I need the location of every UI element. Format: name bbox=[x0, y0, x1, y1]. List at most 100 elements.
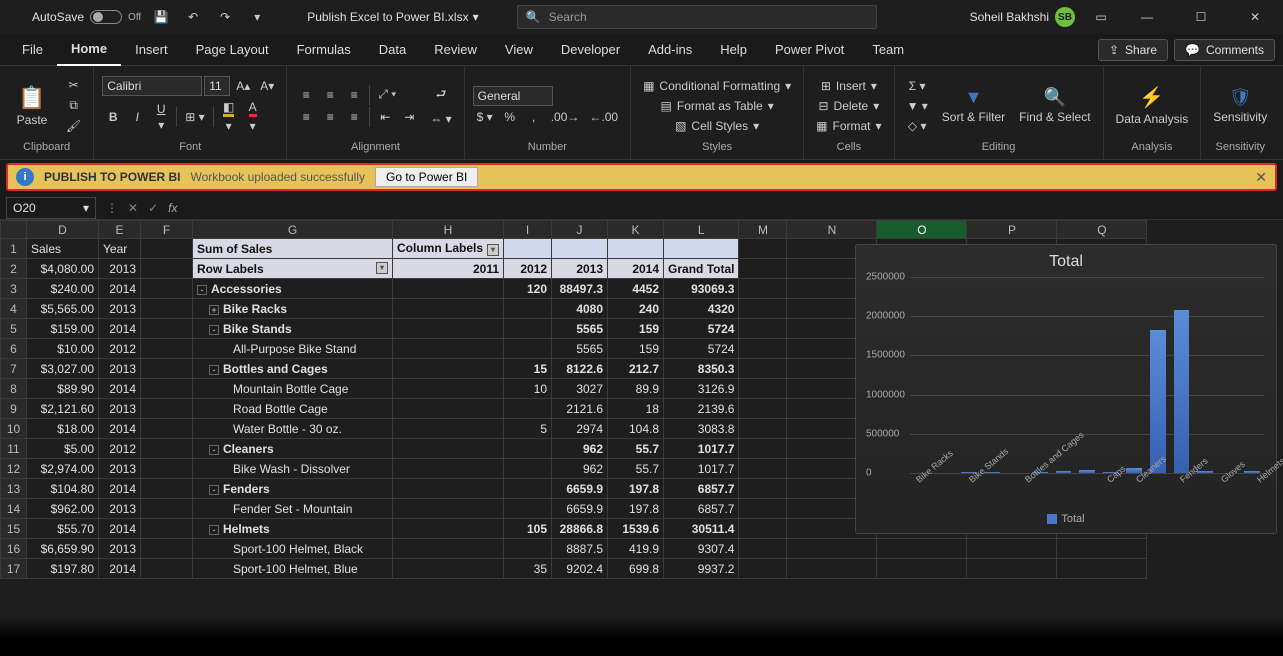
indent-dec-icon[interactable]: ⇤ bbox=[374, 108, 396, 126]
cell[interactable]: 2014 bbox=[99, 279, 141, 299]
minimize-button[interactable]: — bbox=[1127, 2, 1167, 32]
row-header[interactable]: 17 bbox=[1, 559, 27, 579]
cell[interactable]: 2014 bbox=[99, 319, 141, 339]
tab-review[interactable]: Review bbox=[420, 34, 491, 66]
cell[interactable]: $6,659.90 bbox=[27, 539, 99, 559]
pivot-row-labels[interactable]: Row Labels▾ bbox=[193, 259, 393, 279]
cell[interactable]: 2014 bbox=[99, 419, 141, 439]
comma-icon[interactable]: , bbox=[523, 108, 545, 126]
percent-icon[interactable]: % bbox=[499, 108, 521, 126]
col-header-P[interactable]: P bbox=[967, 221, 1057, 239]
cell[interactable]: $89.90 bbox=[27, 379, 99, 399]
cell[interactable]: $240.00 bbox=[27, 279, 99, 299]
cell[interactable]: 2012 bbox=[99, 439, 141, 459]
col-header-D[interactable]: D bbox=[27, 221, 99, 239]
qat-dropdown-icon[interactable]: ▾ bbox=[245, 5, 269, 29]
row-header[interactable]: 7 bbox=[1, 359, 27, 379]
cell[interactable] bbox=[141, 239, 193, 259]
currency-icon[interactable]: $ ▾ bbox=[473, 108, 497, 126]
row-header[interactable]: 1 bbox=[1, 239, 27, 259]
cell[interactable] bbox=[141, 279, 193, 299]
tab-home[interactable]: Home bbox=[57, 34, 121, 66]
align-top-icon[interactable]: ≡ bbox=[295, 86, 317, 104]
row-header[interactable]: 14 bbox=[1, 499, 27, 519]
col-header-O[interactable]: O bbox=[877, 221, 967, 239]
worksheet-grid[interactable]: DEFGHIJKLMNOPQ1SalesYearSum of SalesColu… bbox=[0, 220, 1283, 656]
message-bar-close-icon[interactable]: ✕ bbox=[1255, 169, 1267, 186]
cell[interactable]: Sales bbox=[27, 239, 99, 259]
autosave-toggle[interactable] bbox=[90, 10, 122, 24]
pivot-row-label[interactable]: Water Bottle - 30 oz. bbox=[193, 419, 393, 439]
cell[interactable] bbox=[141, 399, 193, 419]
tab-help[interactable]: Help bbox=[706, 34, 761, 66]
save-icon[interactable]: 💾 bbox=[149, 5, 173, 29]
search-input[interactable]: 🔍 Search bbox=[517, 5, 877, 29]
cancel-formula-icon[interactable]: ✕ bbox=[128, 201, 138, 215]
italic-button[interactable]: I bbox=[126, 108, 148, 126]
bold-button[interactable]: B bbox=[102, 108, 124, 126]
name-box[interactable]: O20▾ bbox=[6, 197, 96, 219]
clear-icon[interactable]: ◇ ▾ bbox=[903, 117, 932, 135]
underline-button[interactable]: U ▾ bbox=[150, 100, 172, 134]
cell[interactable]: 2013 bbox=[99, 259, 141, 279]
cell[interactable] bbox=[141, 519, 193, 539]
cell[interactable] bbox=[141, 339, 193, 359]
tab-data[interactable]: Data bbox=[365, 34, 420, 66]
cell[interactable]: $3,027.00 bbox=[27, 359, 99, 379]
font-name-input[interactable] bbox=[102, 76, 202, 96]
row-header[interactable]: 12 bbox=[1, 459, 27, 479]
border-button[interactable]: ⊞ ▾ bbox=[181, 108, 208, 126]
orientation-icon[interactable]: ⤢ ▾ bbox=[374, 85, 400, 104]
cell[interactable]: $5.00 bbox=[27, 439, 99, 459]
tab-view[interactable]: View bbox=[491, 34, 547, 66]
tab-page-layout[interactable]: Page Layout bbox=[182, 34, 283, 66]
row-header[interactable]: 16 bbox=[1, 539, 27, 559]
cell[interactable]: 2013 bbox=[99, 299, 141, 319]
cell[interactable]: 2013 bbox=[99, 359, 141, 379]
filename[interactable]: Publish Excel to Power BI.xlsx ▾ bbox=[307, 10, 478, 24]
col-header-L[interactable]: L bbox=[664, 221, 739, 239]
cell[interactable]: $18.00 bbox=[27, 419, 99, 439]
format-cells-button[interactable]: ▦Format ▾ bbox=[812, 117, 885, 135]
redo-icon[interactable]: ↷ bbox=[213, 5, 237, 29]
row-header[interactable]: 6 bbox=[1, 339, 27, 359]
pivot-row-label[interactable]: -Fenders bbox=[193, 479, 393, 499]
enter-formula-icon[interactable]: ✓ bbox=[148, 201, 158, 215]
close-button[interactable]: ✕ bbox=[1235, 2, 1275, 32]
col-header-N[interactable]: N bbox=[787, 221, 877, 239]
pivot-row-label[interactable]: -Bike Stands bbox=[193, 319, 393, 339]
autosum-icon[interactable]: Σ ▾ bbox=[903, 77, 932, 95]
align-right-icon[interactable]: ≡ bbox=[343, 108, 365, 126]
col-header-H[interactable]: H bbox=[393, 221, 504, 239]
ribbon-mode-icon[interactable]: ▭ bbox=[1089, 5, 1113, 29]
cell[interactable] bbox=[141, 479, 193, 499]
pivot-sum-label[interactable]: Sum of Sales bbox=[193, 239, 393, 259]
cell[interactable] bbox=[141, 259, 193, 279]
cell[interactable] bbox=[141, 439, 193, 459]
undo-icon[interactable]: ↶ bbox=[181, 5, 205, 29]
cell[interactable] bbox=[141, 379, 193, 399]
align-bottom-icon[interactable]: ≡ bbox=[343, 86, 365, 104]
decrease-decimal-icon[interactable]: ←.00 bbox=[585, 108, 622, 126]
chart-bar[interactable] bbox=[1150, 330, 1166, 473]
cell[interactable] bbox=[141, 299, 193, 319]
delete-cells-button[interactable]: ⊟Delete ▾ bbox=[812, 97, 885, 115]
copy-icon[interactable]: ⧉ bbox=[62, 96, 85, 115]
conditional-formatting-button[interactable]: ▦Conditional Formatting ▾ bbox=[639, 77, 795, 95]
pivot-row-label[interactable]: Sport-100 Helmet, Blue bbox=[193, 559, 393, 579]
row-header[interactable]: 2 bbox=[1, 259, 27, 279]
cell[interactable] bbox=[141, 459, 193, 479]
decrease-font-icon[interactable]: A▾ bbox=[256, 77, 278, 95]
indent-inc-icon[interactable]: ⇥ bbox=[398, 108, 420, 126]
pivot-row-label[interactable]: All-Purpose Bike Stand bbox=[193, 339, 393, 359]
fill-color-button[interactable]: ◧ ▾ bbox=[218, 98, 240, 135]
increase-decimal-icon[interactable]: .00→ bbox=[547, 108, 584, 126]
go-to-powerbi-button[interactable]: Go to Power BI bbox=[375, 167, 478, 187]
cell[interactable]: $197.80 bbox=[27, 559, 99, 579]
cell[interactable] bbox=[141, 419, 193, 439]
cell[interactable]: 2014 bbox=[99, 559, 141, 579]
cell-styles-button[interactable]: ▧Cell Styles ▾ bbox=[639, 117, 795, 135]
cell[interactable]: $10.00 bbox=[27, 339, 99, 359]
cell[interactable]: $4,080.00 bbox=[27, 259, 99, 279]
col-header-E[interactable]: E bbox=[99, 221, 141, 239]
